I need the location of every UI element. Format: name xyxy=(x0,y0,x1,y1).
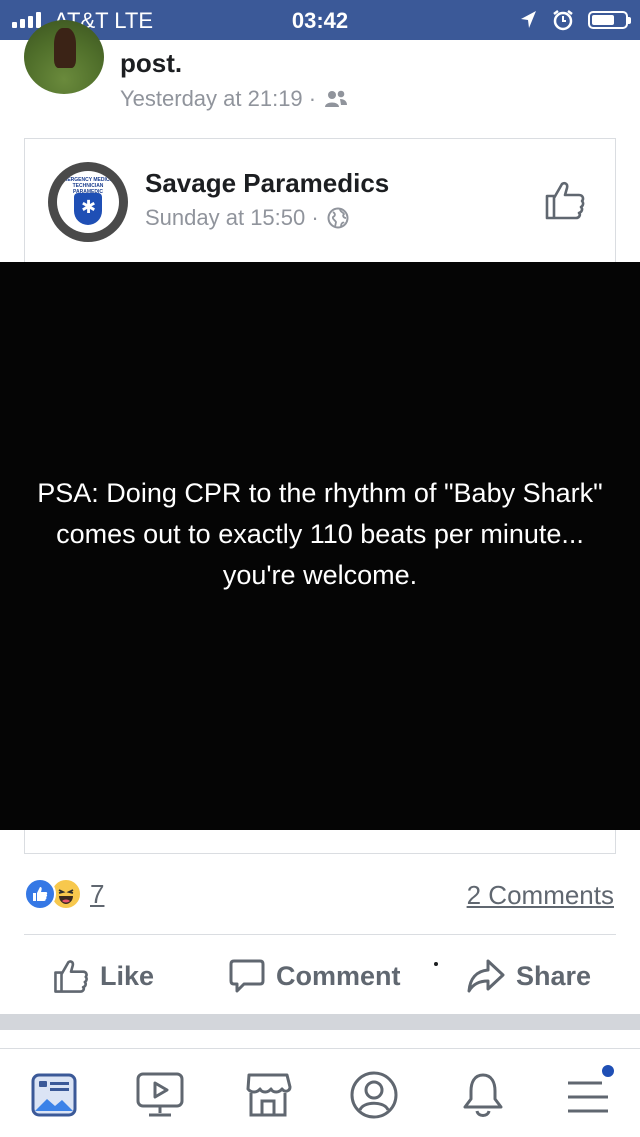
friends-icon xyxy=(325,90,348,107)
tab-menu[interactable] xyxy=(560,1063,616,1123)
page-avatar[interactable]: EMERGENCY MEDICAL TECHNICIAN PARAMEDIC ✱ xyxy=(48,162,128,242)
star-of-life-icon: ✱ xyxy=(81,197,97,217)
thumbs-up-icon xyxy=(54,960,88,993)
battery-icon xyxy=(588,11,631,29)
tab-profile[interactable] xyxy=(346,1067,402,1123)
like-page-button[interactable] xyxy=(543,178,587,222)
post-image[interactable]: PSA: Doing CPR to the rhythm of "Baby Sh… xyxy=(0,262,640,830)
previous-post-timestamp[interactable]: Yesterday at 21:19 · xyxy=(120,86,316,112)
comments-count-link[interactable]: 2 Comments xyxy=(467,880,614,911)
comment-label: Comment xyxy=(276,960,401,991)
previous-post-meta: Yesterday at 21:19 · xyxy=(120,86,348,112)
globe-icon xyxy=(327,207,349,229)
comment-icon xyxy=(229,959,265,993)
image-caption: PSA: Doing CPR to the rhythm of "Baby Sh… xyxy=(37,477,603,590)
reaction-count[interactable]: 7 xyxy=(90,879,104,910)
location-icon xyxy=(521,11,536,28)
share-icon xyxy=(467,959,505,993)
comment-button[interactable]: Comment xyxy=(228,950,401,1002)
share-label: Share xyxy=(516,960,592,991)
action-bar: Like Comment Share xyxy=(0,950,640,1002)
tab-marketplace[interactable] xyxy=(240,1067,296,1123)
tab-news-feed[interactable] xyxy=(26,1067,82,1123)
like-reaction-icon xyxy=(24,878,56,910)
reactions-summary[interactable]: 7 xyxy=(24,878,104,910)
watch-icon xyxy=(136,1072,184,1117)
decorative-dot xyxy=(434,962,438,966)
tab-notifications[interactable] xyxy=(455,1067,511,1123)
alarm-icon xyxy=(553,10,573,31)
previous-post-avatar[interactable] xyxy=(24,20,104,94)
like-button[interactable]: Like xyxy=(52,950,154,1002)
shared-post-meta: Sunday at 15:50 · xyxy=(145,205,349,231)
tab-bar xyxy=(0,1048,640,1137)
divider xyxy=(24,934,616,935)
shared-post-timestamp[interactable]: Sunday at 15:50 · xyxy=(145,205,319,231)
feed-separator xyxy=(0,1014,640,1030)
tab-watch[interactable] xyxy=(132,1067,188,1123)
marketplace-icon xyxy=(246,1073,292,1117)
menu-notification-badge xyxy=(600,1063,616,1079)
profile-icon xyxy=(350,1071,398,1119)
news-feed-icon xyxy=(31,1073,77,1117)
notifications-icon xyxy=(463,1073,503,1117)
page-name[interactable]: Savage Paramedics xyxy=(145,168,389,199)
previous-post-text: post. xyxy=(120,48,183,78)
like-label: Like xyxy=(100,960,155,991)
share-button[interactable]: Share xyxy=(466,950,591,1002)
